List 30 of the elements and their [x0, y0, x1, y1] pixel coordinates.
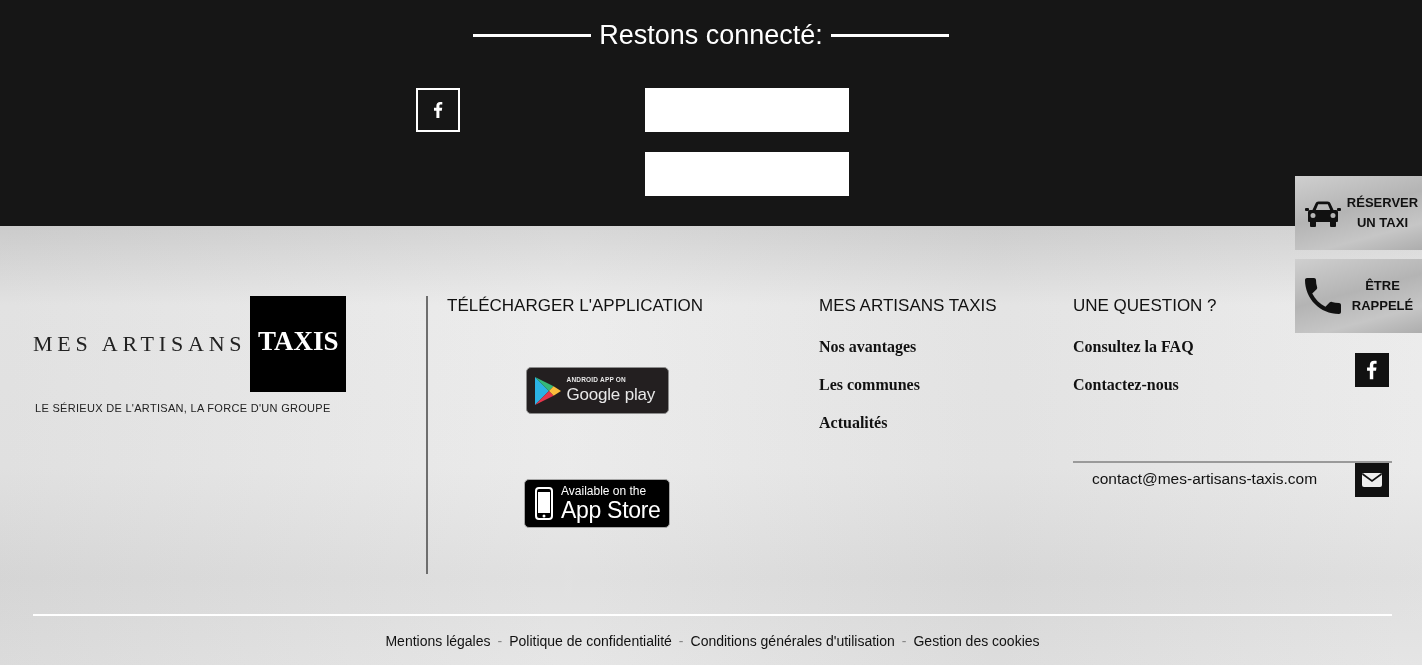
book-taxi-button[interactable]: RÉSERVER UN TAXI: [1295, 176, 1422, 250]
facebook-icon[interactable]: [1355, 353, 1389, 387]
app-store-badge[interactable]: Available on the App Store: [524, 479, 670, 528]
facebook-icon[interactable]: [416, 88, 460, 132]
column-heading: UNE QUESTION ?: [1073, 296, 1217, 316]
nav-link[interactable]: Nos avantages: [819, 337, 917, 357]
column-heading: TÉLÉCHARGER L'APPLICATION: [447, 296, 704, 316]
nav-link[interactable]: Actualités: [819, 413, 888, 433]
logo-badge: TAXIS: [250, 296, 347, 392]
play-triangle-icon: [534, 376, 561, 405]
logo-tagline: LE SÉRIEUX DE L'ARTISAN, LA FORCE D'UN GROUPE: [35, 401, 331, 415]
nav-link[interactable]: Consultez la FAQ: [1073, 337, 1194, 357]
section-title: Restons connecté:: [599, 19, 823, 51]
legal-link[interactable]: Mentions légales: [385, 633, 491, 649]
mail-icon[interactable]: [1355, 463, 1389, 497]
nav-link[interactable]: Contactez-nous: [1073, 375, 1179, 395]
phone-icon: [1305, 278, 1341, 314]
logo-text: MES ARTISANS: [33, 331, 247, 357]
link-separator: -: [901, 633, 907, 649]
nav-link[interactable]: Les communes: [819, 375, 920, 395]
legal-link[interactable]: Conditions générales d'utilisation: [690, 633, 895, 649]
email-link[interactable]: contact@mes-artisans-taxis.com: [1092, 469, 1318, 489]
smartphone-icon: [535, 487, 553, 520]
column-heading: MES ARTISANS TAXIS: [819, 296, 997, 316]
car-icon: [1305, 199, 1341, 227]
callback-button[interactable]: ÊTRE RAPPELÉ: [1295, 259, 1422, 333]
legal-link[interactable]: Gestion des cookies: [913, 633, 1040, 649]
link-separator: -: [678, 633, 684, 649]
legal-link[interactable]: Politique de confidentialité: [509, 633, 672, 649]
link-separator: -: [497, 633, 503, 649]
